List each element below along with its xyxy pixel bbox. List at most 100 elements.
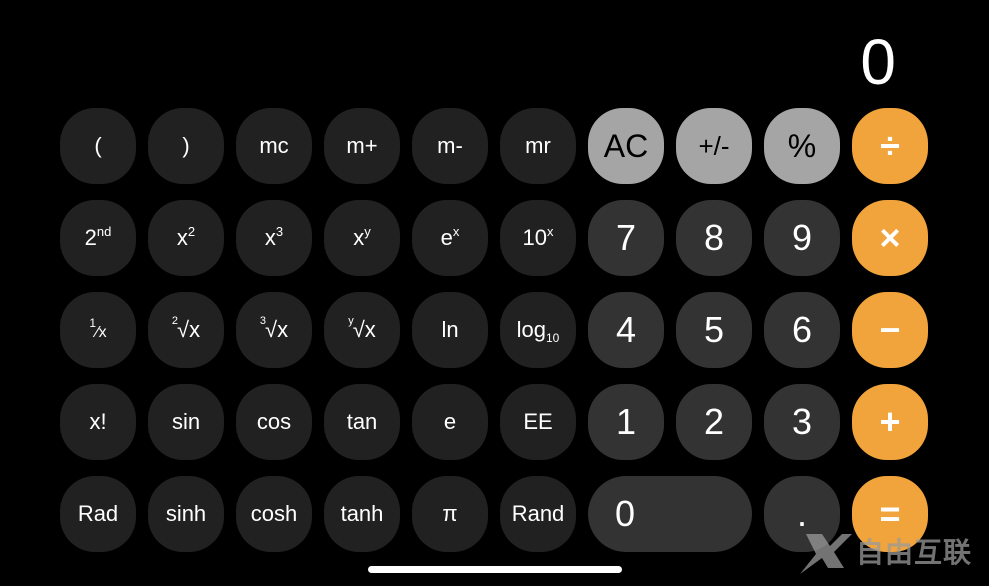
close-paren-label: ) [182,133,190,158]
home-indicator[interactable] [368,566,622,573]
digit-2-button[interactable]: 2 [676,384,752,460]
y-root-label: y√x [348,316,376,342]
cube-root-button[interactable]: 3√x [236,292,312,368]
x-squared-sup: 2 [187,224,196,239]
divide-button[interactable]: ÷ [852,108,928,184]
add-button[interactable]: + [852,384,928,460]
memory-add-button[interactable]: m+ [324,108,400,184]
reciprocal-numerator: 1 [89,316,96,330]
pi-label: π [442,501,458,526]
digit-5-button[interactable]: 5 [676,292,752,368]
digit-5-label: 5 [703,309,725,350]
second-function-button[interactable]: 2nd [60,200,136,276]
x-power-y-sup: y [364,224,371,239]
digit-8-button[interactable]: 8 [676,200,752,276]
factorial-label: x! [89,409,107,434]
reciprocal-button[interactable]: 1⁄x [60,292,136,368]
log10-label: log10 [517,319,560,345]
digit-6-label: 6 [791,309,813,350]
ten-power-x-label: 10x [522,224,554,250]
x-cubed-sup: 3 [275,224,284,239]
digit-1-button[interactable]: 1 [588,384,664,460]
ten-power-x-sup: x [546,224,554,239]
equals-button[interactable]: = [852,476,928,552]
x-power-y-base: x [353,225,365,250]
x-squared-button[interactable]: x2 [148,200,224,276]
x-cubed-base: x [264,225,276,250]
x-cubed-button[interactable]: x3 [236,200,312,276]
e-power-x-sup: x [452,224,460,239]
tan-button[interactable]: tan [324,384,400,460]
ten-power-x-button[interactable]: 10x [500,200,576,276]
e-power-x-label: ex [441,224,460,249]
e-power-x-button[interactable]: ex [412,200,488,276]
random-button[interactable]: Rand [500,476,576,552]
tanh-label: tanh [340,501,384,526]
cos-button[interactable]: cos [236,384,312,460]
plus-minus-label: +/- [698,131,730,161]
tan-label: tan [346,409,378,434]
plus-minus-button[interactable]: +/- [676,108,752,184]
y-root-radical: √x [352,317,376,342]
plus-icon: + [879,401,901,442]
digit-4-button[interactable]: 4 [588,292,664,368]
cos-label: cos [256,409,292,434]
cosh-label: cosh [250,501,298,526]
digit-7-label: 7 [615,217,637,258]
all-clear-button[interactable]: AC [588,108,664,184]
y-root-index: y [348,315,354,327]
pi-button[interactable]: π [412,476,488,552]
decimal-point-button[interactable]: . [764,476,840,552]
cube-root-index: 3 [259,315,267,327]
equals-icon: = [879,493,901,534]
memory-clear-button[interactable]: mc [236,108,312,184]
euler-e-button[interactable]: e [412,384,488,460]
exponent-ee-label: EE [523,409,553,434]
open-paren-label: ( [94,133,102,158]
digit-9-button[interactable]: 9 [764,200,840,276]
digit-7-button[interactable]: 7 [588,200,664,276]
percent-label: % [787,128,817,164]
y-root-button[interactable]: y√x [324,292,400,368]
memory-recall-button[interactable]: mr [500,108,576,184]
all-clear-label: AC [603,128,649,164]
natural-log-button[interactable]: ln [412,292,488,368]
factorial-button[interactable]: x! [60,384,136,460]
minus-icon: − [879,309,901,350]
second-sup: nd [96,224,112,239]
digit-0-button[interactable]: 0 [588,476,752,552]
cosh-button[interactable]: cosh [236,476,312,552]
memory-recall-label: mr [525,133,551,158]
x-power-y-button[interactable]: xy [324,200,400,276]
log10-sub: 10 [546,331,560,345]
euler-e-label: e [443,409,457,434]
sin-button[interactable]: sin [148,384,224,460]
x-squared-label: x2 [177,224,196,249]
multiply-icon: × [879,217,901,258]
cube-root-label: 3√x [260,316,289,342]
digit-8-label: 8 [703,217,725,258]
digit-3-button[interactable]: 3 [764,384,840,460]
subtract-button[interactable]: − [852,292,928,368]
digit-9-label: 9 [791,217,813,258]
percent-button[interactable]: % [764,108,840,184]
exponent-ee-button[interactable]: EE [500,384,576,460]
divide-icon: ÷ [880,125,900,166]
sinh-button[interactable]: sinh [148,476,224,552]
close-paren-button[interactable]: ) [148,108,224,184]
square-root-button[interactable]: 2√x [148,292,224,368]
multiply-button[interactable]: × [852,200,928,276]
memory-subtract-button[interactable]: m- [412,108,488,184]
sinh-label: sinh [165,501,207,526]
tanh-button[interactable]: tanh [324,476,400,552]
digit-6-button[interactable]: 6 [764,292,840,368]
open-paren-button[interactable]: ( [60,108,136,184]
second-function-label: 2nd [85,224,112,249]
memory-clear-label: mc [259,133,289,158]
log10-button[interactable]: log10 [500,292,576,368]
ten-power-x-base: 10 [522,225,547,250]
radians-toggle-button[interactable]: Rad [60,476,136,552]
digit-0-label: 0 [615,493,636,534]
cube-root-radical: √x [265,317,289,342]
decimal-point-label: . [796,493,807,534]
